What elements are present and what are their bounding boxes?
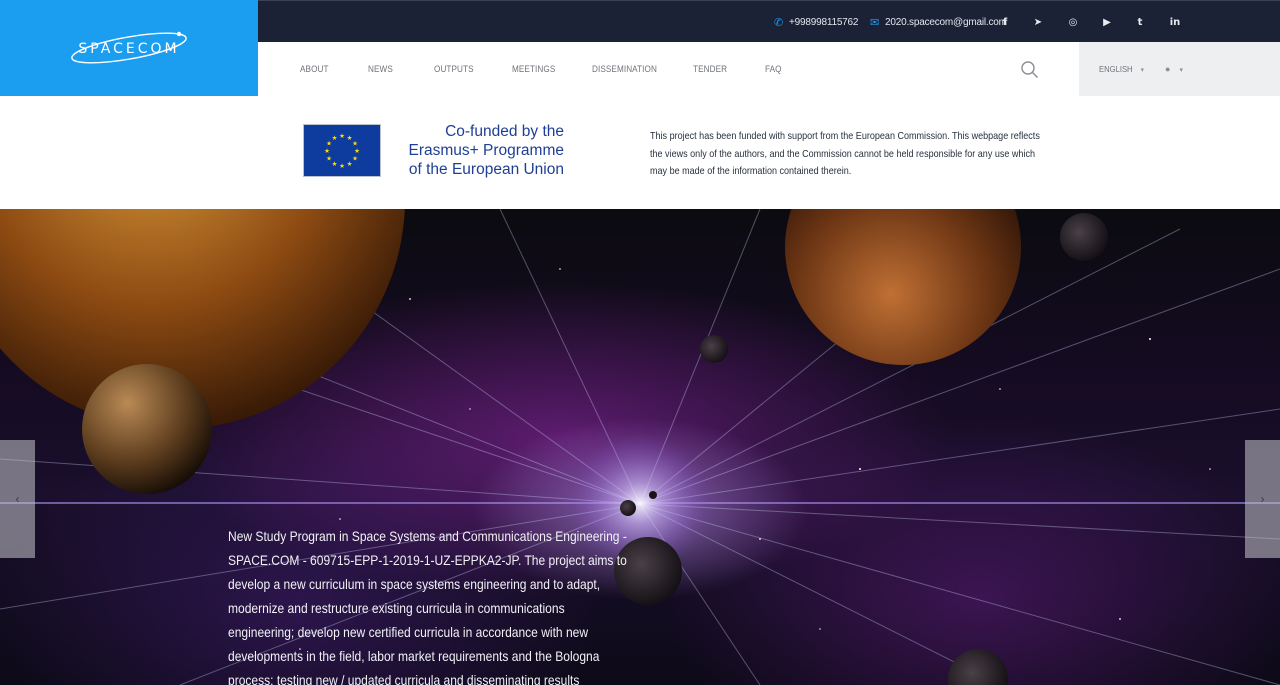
linkedin-icon[interactable]: in [1165, 1, 1185, 43]
chevron-left-icon: ‹ [15, 492, 20, 506]
hero-description: New Study Program in Space Systems and C… [228, 528, 627, 685]
envelope-icon: ✉ [870, 16, 880, 29]
eu-flag-icon: ★ ★ ★ ★ ★ ★ ★ ★ ★ ★ ★ ★ [303, 124, 381, 177]
cofunded-line-3: of the European Union [408, 161, 564, 178]
chevron-down-icon: ▾ [1179, 67, 1183, 74]
main-nav: ABOUT NEWS OUTPUTS MEETINGS DISSEMINATIO… [258, 42, 1280, 96]
user-icon: ● [1165, 64, 1171, 74]
phone-number[interactable]: +998998115762 [789, 17, 858, 28]
site-logo[interactable]: SPACECOM [0, 0, 258, 96]
svg-text:★: ★ [347, 160, 353, 168]
svg-text:★: ★ [352, 155, 358, 163]
svg-text:★: ★ [332, 134, 338, 142]
language-selector[interactable]: ENGLISH ▾ [1099, 42, 1144, 96]
slider-prev-button[interactable]: ‹ [0, 440, 35, 558]
svg-text:★: ★ [339, 162, 345, 170]
nav-item-dissemination[interactable]: DISSEMINATION [592, 42, 657, 96]
svg-text:★: ★ [326, 155, 332, 163]
search-icon [1021, 61, 1039, 79]
search-button[interactable] [1020, 60, 1040, 80]
youtube-icon[interactable]: ▶ [1097, 1, 1117, 43]
cofunded-line-2: Erasmus+ Programme [408, 142, 564, 159]
nav-item-meetings[interactable]: MEETINGS [512, 42, 555, 96]
nav-item-faq[interactable]: FAQ [765, 42, 782, 96]
language-label: ENGLISH [1099, 64, 1133, 74]
slider-next-button[interactable]: › [1245, 440, 1280, 558]
instagram-icon[interactable]: ◎ [1063, 1, 1083, 43]
phone-contact[interactable]: ✆ +998998115762 [774, 1, 858, 43]
nav-item-tender[interactable]: TENDER [693, 42, 727, 96]
eu-disclaimer: This project has been funded with suppor… [650, 130, 1040, 177]
svg-text:★: ★ [332, 160, 338, 168]
cofunded-line-1: Co-funded by the [445, 123, 564, 140]
facebook-icon[interactable]: f [995, 1, 1015, 43]
email-contact[interactable]: ✉ 2020.spacecom@gmail.com [870, 1, 1007, 43]
spacecom-logo: SPACECOM [71, 31, 187, 64]
email-address[interactable]: 2020.spacecom@gmail.com [885, 17, 1007, 28]
nav-item-outputs[interactable]: OUTPUTS [434, 42, 474, 96]
svg-text:★: ★ [324, 147, 330, 155]
top-bar: ✆ +998998115762 ✉ 2020.spacecom@gmail.co… [258, 0, 1280, 42]
svg-text:SPACECOM: SPACECOM [78, 41, 179, 57]
telegram-icon[interactable]: ➤ [1028, 1, 1048, 43]
chevron-right-icon: › [1260, 492, 1265, 506]
twitter-icon[interactable]: t [1130, 1, 1150, 43]
erasmus-cofunded-text: Co-funded by the Erasmus+ Programme of t… [394, 122, 564, 179]
chevron-down-icon: ▾ [1140, 67, 1144, 74]
nav-item-news[interactable]: NEWS [368, 42, 393, 96]
user-menu[interactable]: ● ▾ [1165, 42, 1183, 96]
phone-icon: ✆ [774, 16, 784, 29]
hero-slider: ‹ › New Study Program in Space Systems a… [0, 209, 1280, 685]
nav-item-about[interactable]: ABOUT [300, 42, 329, 96]
account-zone: ENGLISH ▾ ● ▾ [1079, 42, 1280, 96]
svg-text:★: ★ [339, 132, 345, 140]
space-background-image [0, 209, 1280, 685]
eu-funding-strip: ★ ★ ★ ★ ★ ★ ★ ★ ★ ★ ★ ★ Co-funded by the… [0, 96, 1280, 209]
